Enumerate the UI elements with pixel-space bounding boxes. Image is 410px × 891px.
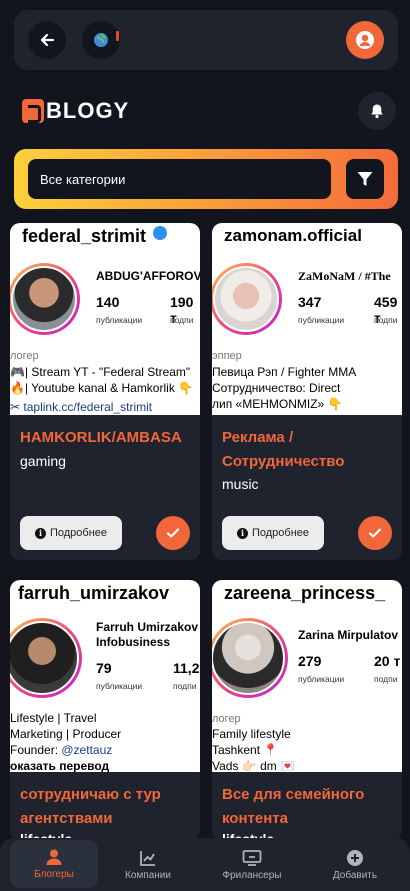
bio-link[interactable]: ✂ taplink.cc/federal_strimit: [10, 399, 152, 415]
nav-bloggers[interactable]: Блогеры: [10, 840, 98, 888]
bio-category: логер: [10, 350, 39, 362]
posts-count: 347: [298, 294, 322, 310]
card-username: farruh_umirzakov: [18, 583, 170, 603]
details-button-label: Подробнее: [49, 527, 108, 539]
bio-line: Vads 👉🏻 dm 💌: [212, 759, 296, 772]
filter-button[interactable]: [346, 159, 384, 199]
details-button[interactable]: i Подробнее: [222, 516, 324, 550]
card-username: federal_strimit: [22, 226, 147, 246]
card-category: music: [222, 476, 259, 492]
person-icon: [46, 849, 62, 865]
card-title: Реклама / Сотрудничество: [222, 429, 345, 470]
posts-count: 140: [96, 294, 120, 310]
blogger-card[interactable]: zareena_princess_ Zarina Mirpulatov 279 …: [212, 580, 402, 840]
details-button[interactable]: i Подробнее: [20, 516, 122, 550]
posts-label: публикации: [96, 315, 143, 325]
card-category: gaming: [20, 453, 66, 469]
bio-line: 🔥| Youtube kanal & Hamkorlik 👇: [10, 381, 194, 395]
followers-label: подпи: [170, 315, 194, 325]
language-button[interactable]: [82, 21, 120, 59]
posts-count: 79: [96, 660, 112, 676]
arrow-left-icon: [40, 33, 55, 47]
bio-line: Tashkent 📍: [212, 743, 279, 757]
nav-add[interactable]: Добавить: [311, 838, 399, 891]
translate-link[interactable]: оказать перевод: [10, 758, 109, 772]
blogger-card[interactable]: zamonam.official ZaMoNaM / #The 347 публ…: [212, 223, 402, 560]
posts-label: публикации: [298, 315, 345, 325]
bio-line: Founder: @zettauz: [10, 743, 113, 757]
logo-text: BLOGY: [46, 98, 130, 123]
nav-label: Блогеры: [34, 869, 74, 880]
category-select[interactable]: Все категории: [28, 159, 331, 199]
followers-count: 11,2: [173, 660, 200, 676]
nav-companies[interactable]: Компании: [104, 838, 192, 891]
logo-mark-icon: [22, 99, 44, 123]
posts-label: публикации: [96, 681, 143, 691]
bio-line: Lifestyle | Travel: [10, 711, 97, 725]
card-username: zamonam.official: [224, 226, 362, 245]
globe-icon: [94, 33, 108, 47]
verified-badge-icon: [153, 226, 168, 240]
nav-label: Добавить: [332, 869, 378, 881]
profile-fullname: ABDUG'AFFOROV: [96, 269, 200, 283]
bell-icon: [371, 104, 383, 119]
instagram-preview: zareena_princess_ Zarina Mirpulatov 279 …: [212, 580, 402, 772]
nav-freelancers[interactable]: Фрилансеры: [208, 838, 296, 891]
notifications-button[interactable]: [358, 92, 396, 130]
app-logo[interactable]: BLOGY: [22, 98, 129, 124]
bio-link-text: taplink.cc/federal_strimit: [23, 400, 153, 414]
info-icon: i: [236, 527, 248, 539]
bio-line: Marketing | Producer: [10, 727, 122, 741]
bio-line: 🎮| Stream YT - "Federal Stream": [10, 365, 191, 379]
instagram-preview: farruh_umirzakov Farruh Umirzakov Infobu…: [10, 580, 200, 772]
plus-circle-icon: [347, 849, 363, 866]
profile-fullname: Zarina Mirpulatov: [298, 628, 399, 642]
nav-label: Компании: [125, 869, 171, 881]
card-title: сотрудничаю с тур агентствами: [20, 786, 161, 827]
instagram-preview: federal_strimit ABDUG'AFFOROV 140 публик…: [10, 223, 200, 415]
avatar: [212, 263, 282, 335]
avatar: [10, 618, 82, 698]
user-avatar-icon: [356, 31, 374, 49]
blogger-card[interactable]: farruh_umirzakov Farruh Umirzakov Infobu…: [10, 580, 200, 840]
bio-line: Сотрудничество: Direct: [212, 381, 341, 395]
back-button[interactable]: [28, 21, 66, 59]
profile-fullname: Farruh Umirzakov Infobusiness: [96, 620, 199, 649]
select-button[interactable]: [156, 516, 190, 550]
select-button[interactable]: [358, 516, 392, 550]
avatar: [10, 263, 80, 335]
bio-line: Family lifestyle: [212, 727, 291, 741]
followers-label: подпи: [374, 674, 398, 684]
instagram-preview: zamonam.official ZaMoNaM / #The 347 публ…: [212, 223, 402, 415]
funnel-icon: [357, 172, 373, 186]
category-filter-bar: Все категории: [14, 149, 398, 209]
nav-label: Фрилансеры: [222, 869, 282, 881]
profile-fullname: ZaMoNaM / #The: [298, 269, 391, 283]
followers-label: подпи: [374, 315, 398, 325]
details-button-label: Подробнее: [251, 527, 310, 539]
bio-category: эппер: [212, 350, 242, 362]
bio-category: логер: [212, 713, 241, 725]
posts-count: 279: [298, 653, 322, 669]
profile-button[interactable]: [346, 21, 384, 59]
info-icon: i: [34, 527, 46, 539]
check-icon: [166, 528, 180, 538]
card-title: HAMKORLIK/AMBASA: [20, 429, 182, 446]
top-bar: [14, 10, 398, 70]
bio-line: лип «MEHMONMIZ» 👇: [212, 397, 343, 411]
followers-label: подпи: [173, 681, 197, 691]
card-title: Все для семейного контента: [222, 786, 365, 827]
check-icon: [368, 528, 382, 538]
monitor-icon: [242, 849, 262, 866]
followers-count: 20 т: [374, 653, 401, 669]
avatar: [212, 618, 288, 698]
bio-line: Певица Рэп / Fighter MMA: [212, 365, 357, 379]
chart-icon: [140, 850, 155, 866]
blogger-card[interactable]: federal_strimit ABDUG'AFFOROV 140 публик…: [10, 223, 200, 560]
flag-icon: [116, 31, 119, 41]
posts-label: публикации: [298, 674, 345, 684]
card-username: zareena_princess_: [224, 583, 386, 603]
bottom-navigation: Блогеры Компании Фрилансеры Добавить: [0, 838, 410, 891]
